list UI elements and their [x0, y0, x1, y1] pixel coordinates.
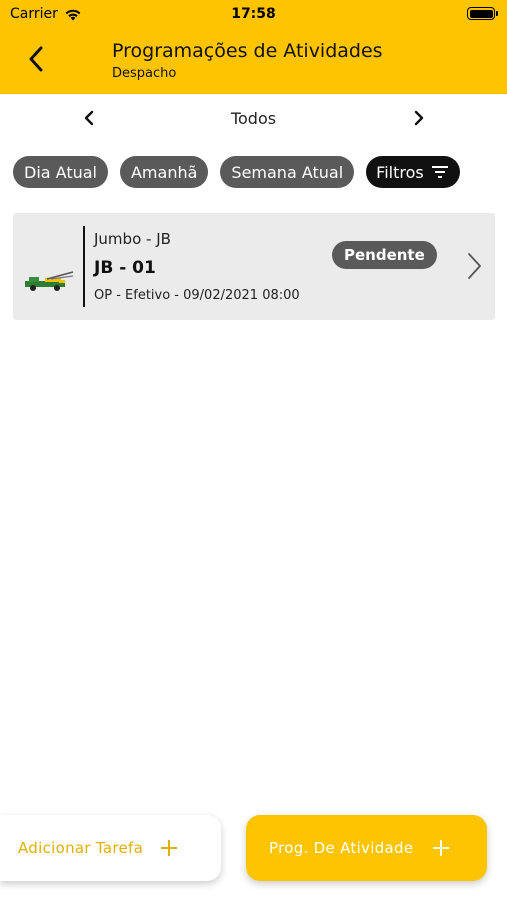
chip-semana-atual[interactable]: Semana Atual — [220, 156, 355, 188]
equipment-type: Jumbo - JB — [94, 230, 171, 248]
chevron-right-icon — [468, 253, 481, 279]
filter-icon — [431, 166, 448, 178]
app-header: Programações de Atividades Despacho — [0, 28, 507, 94]
equipment-code: JB - 01 — [94, 258, 156, 278]
back-button[interactable] — [24, 44, 48, 74]
period-label: Todos — [230, 109, 277, 128]
add-activity-schedule-button[interactable]: Prog. De Atividade — [246, 815, 487, 881]
page-title: Programações de Atividades — [112, 40, 383, 62]
plus-icon — [161, 840, 178, 856]
filters-label: Filtros — [376, 162, 424, 182]
quick-filter-chips: Dia Atual Amanhã Semana Atual Filtros — [13, 156, 460, 188]
status-bar: Carrier 17:58 — [0, 0, 507, 28]
chevron-right-icon — [414, 110, 424, 126]
jumbo-vehicle-icon — [25, 271, 74, 291]
period-selector: Todos — [0, 100, 507, 136]
next-period-button[interactable] — [408, 106, 430, 130]
add-task-label: Adicionar Tarefa — [18, 839, 144, 857]
activity-meta: OP - Efetivo - 09/02/2021 08:00 — [94, 288, 300, 303]
card-divider — [83, 226, 85, 307]
plus-icon — [433, 840, 450, 856]
battery-icon — [467, 7, 498, 20]
chip-dia-atual[interactable]: Dia Atual — [13, 156, 108, 188]
activity-card[interactable]: Jumbo - JB JB - 01 OP - Efetivo - 09/02/… — [13, 213, 495, 320]
chevron-left-icon — [29, 46, 43, 72]
page-subtitle: Despacho — [112, 66, 177, 81]
prog-activity-label: Prog. De Atividade — [269, 839, 414, 857]
add-task-button[interactable]: Adicionar Tarefa — [0, 815, 221, 881]
status-badge: Pendente — [332, 241, 437, 269]
filters-button[interactable]: Filtros — [366, 156, 460, 188]
clock: 17:58 — [231, 6, 276, 22]
chip-amanha[interactable]: Amanhã — [119, 156, 209, 188]
